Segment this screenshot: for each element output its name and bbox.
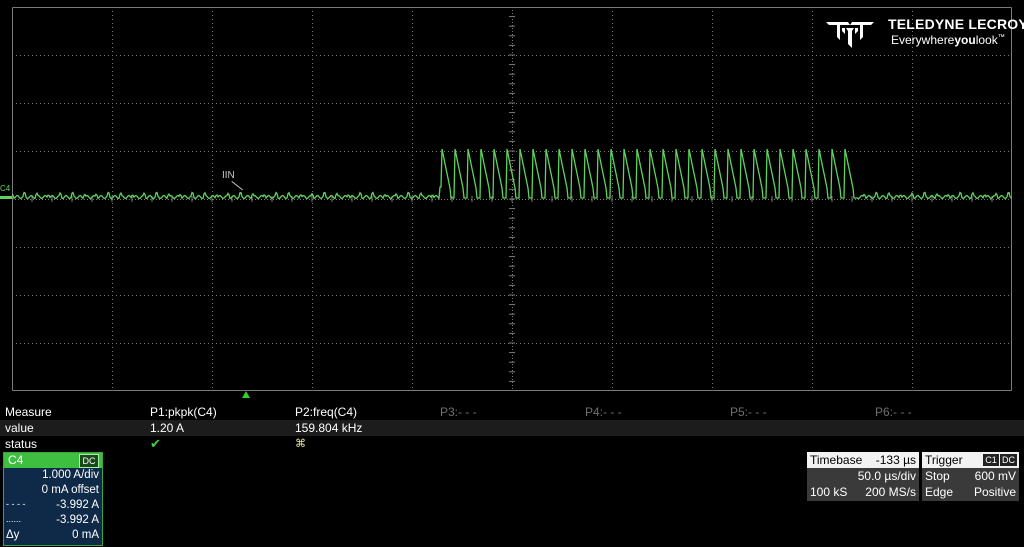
param-p4-name[interactable]: P4:- - -: [585, 405, 622, 419]
trigger-source-badge: C1: [983, 454, 999, 466]
trigger-mode: Stop: [925, 469, 950, 483]
trigger-title: Trigger: [925, 453, 963, 467]
timebase-samples: 100 kS: [810, 485, 848, 499]
param-p2-value: 159.804 kHz: [295, 421, 363, 435]
trigger-header: Trigger C1 DC: [922, 452, 1019, 468]
timebase-rate: 200 MS/s: [865, 485, 916, 499]
timebase-sample-line: 100 kS 200 MS/s: [807, 485, 919, 501]
trigger-position-marker[interactable]: [242, 391, 250, 398]
channel-4-name: C4: [8, 453, 24, 467]
status-row-label: status: [5, 437, 38, 451]
timebase-tdiv-line: 50.0 µs/div: [807, 469, 919, 485]
status-ok-icon: ✔: [150, 436, 161, 451]
trigger-type-line: Edge Positive: [922, 485, 1019, 501]
waveform-grid: [12, 7, 1012, 391]
channel-4-coupling-badge: DC: [79, 454, 99, 468]
timebase-title: Timebase: [810, 453, 863, 467]
teledyne-logo-icon: [826, 22, 874, 48]
trigger-type: Edge: [925, 485, 954, 499]
trigger-coupling-badge: DC: [1000, 454, 1017, 466]
grid-lines: [12, 7, 1012, 391]
channel-4-offset-line: 0 mA offset: [4, 484, 100, 499]
timebase-header: Timebase -133 µs: [807, 452, 919, 468]
trace-annotation: IIN: [222, 170, 235, 181]
status-warning-icon: ⌘: [295, 438, 306, 450]
channel-4-ground-tick: [0, 196, 12, 199]
channel-4-descriptor[interactable]: C4 DC 1.000 A/div 0 mA offset - - - - -3…: [3, 452, 103, 546]
param-p1-name[interactable]: P1:pkpk(C4): [150, 405, 217, 419]
param-p1-value: 1.20 A: [150, 421, 185, 435]
measurement-table: Measure P1:pkpk(C4) P2:freq(C4) P3:- - -…: [0, 404, 1024, 452]
param-p6-name[interactable]: P6:- - -: [875, 405, 912, 419]
channel-4-cursor2-value: -3.992 A: [56, 514, 99, 526]
trigger-descriptor[interactable]: Trigger C1 DC Stop 600 mV Edge Positive: [922, 452, 1019, 501]
cursor1-dash-icon: - - - -: [6, 499, 26, 509]
channel-4-trace: [12, 148, 1012, 200]
measure-value-row: value 1.20 A 159.804 kHz: [0, 420, 1024, 436]
param-p2-name[interactable]: P2:freq(C4): [295, 405, 357, 419]
measure-header-row: Measure P1:pkpk(C4) P2:freq(C4) P3:- - -…: [0, 404, 1024, 420]
delta-y-label: Δy: [6, 529, 20, 541]
channel-4-vdiv-line: 1.000 A/div: [4, 469, 100, 484]
timebase-delay: -133 µs: [875, 453, 916, 467]
channel-4-cursor1-value: -3.992 A: [56, 499, 99, 511]
trigger-level: 600 mV: [974, 469, 1016, 483]
brand-name: TELEDYNE LECROY: [888, 16, 1024, 32]
measure-row-label: Measure: [5, 405, 52, 419]
channel-4-offset: 0 mA offset: [41, 484, 99, 496]
measure-status-row: status ✔ ⌘: [0, 436, 1024, 452]
trigger-slope: Positive: [973, 485, 1016, 499]
channel-4-level-marker[interactable]: C4: [0, 184, 10, 193]
param-p3-name[interactable]: P3:- - -: [440, 405, 477, 419]
cursor2-dot-icon: ......: [6, 514, 22, 524]
timebase-tdiv: 50.0 µs/div: [857, 469, 916, 483]
channel-4-header: C4 DC: [4, 453, 102, 468]
teledyne-lecroy-logo: TELEDYNE LECROY Everywhereyoulook™: [826, 16, 1024, 52]
channel-4-delta-line: Δy 0 mA: [4, 529, 100, 544]
trigger-mode-line: Stop 600 mV: [922, 469, 1019, 485]
brand-tagline: Everywhereyoulook™: [891, 33, 1005, 47]
channel-4-cursor1-line: - - - - -3.992 A: [4, 499, 100, 514]
value-row-label: value: [5, 421, 34, 435]
channel-4-vdiv: 1.000 A/div: [42, 469, 99, 481]
timebase-descriptor[interactable]: Timebase -133 µs 50.0 µs/div 100 kS 200 …: [807, 452, 919, 501]
channel-4-delta-value: 0 mA: [72, 529, 99, 541]
waveform-display[interactable]: [12, 7, 1012, 391]
param-p5-name[interactable]: P5:- - -: [730, 405, 767, 419]
channel-4-cursor2-line: ...... -3.992 A: [4, 514, 100, 529]
